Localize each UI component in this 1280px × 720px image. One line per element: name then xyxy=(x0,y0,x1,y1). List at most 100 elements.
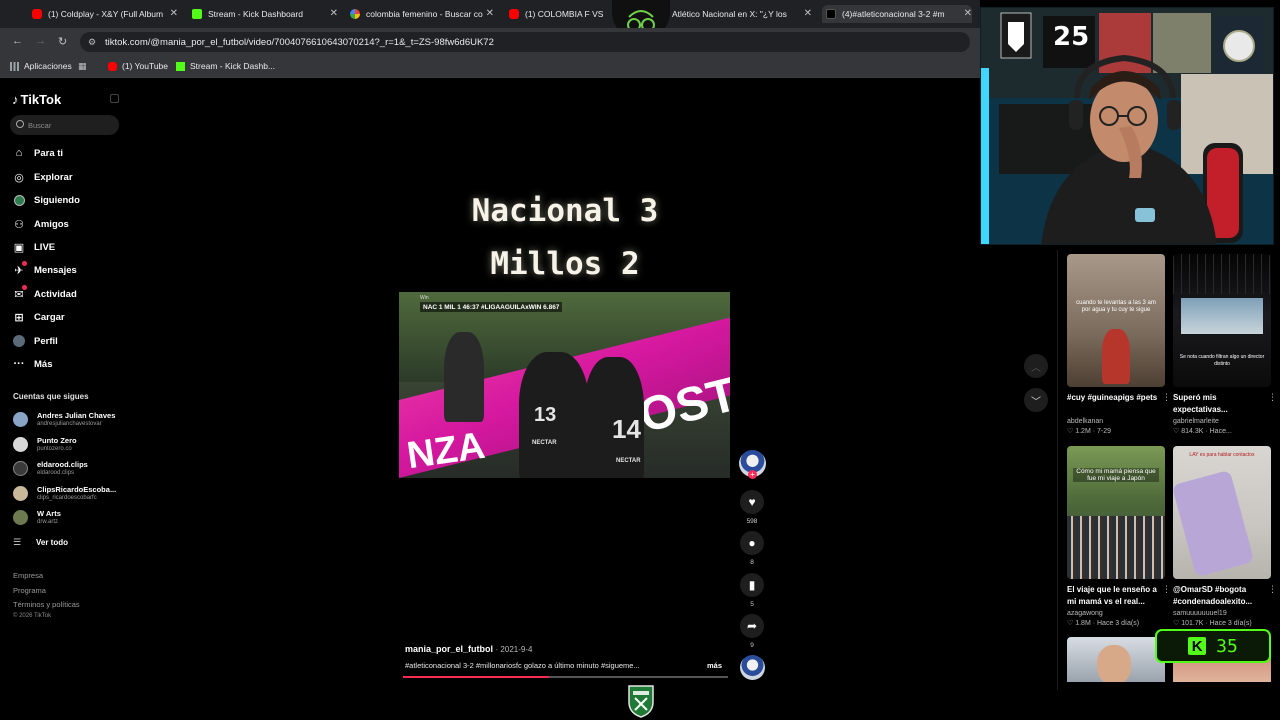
address-bar-row: ← → ↻ ⚙ tiktok.com/@mania_por_el_futbol/… xyxy=(0,28,980,56)
nav-label: Mensajes xyxy=(34,264,77,276)
more-button[interactable]: más xyxy=(707,661,722,670)
followed-account[interactable]: Andres Julian Chaves andresjulianchavesto… xyxy=(13,411,115,428)
back-icon[interactable]: ← xyxy=(12,35,23,47)
youtube-icon xyxy=(509,9,519,19)
tab-colombia-youtube[interactable]: (1) COLOMBIA F VS M xyxy=(509,5,604,23)
more-options-icon[interactable]: ⋮ xyxy=(1162,584,1171,595)
tiktok-sidebar: ♪ TikTok Buscar ⌂ Para ti ◎ Explorar Sig… xyxy=(0,80,130,720)
previous-video-button[interactable]: ︿ xyxy=(1024,354,1048,378)
account-name: ClipsRicardoEscoba... xyxy=(37,485,117,494)
nav-para-ti[interactable]: ⌂ Para ti xyxy=(12,146,63,160)
bookmark-youtube[interactable]: (1) YouTube xyxy=(108,61,168,71)
tab-coldplay[interactable]: (1) Coldplay - X&Y (Full Album ✕ xyxy=(32,5,178,23)
close-icon[interactable]: ✕ xyxy=(804,8,812,19)
logo-text: TikTok xyxy=(20,92,62,107)
search-input[interactable]: Buscar xyxy=(10,115,119,135)
recommended-video-card[interactable]: Cómo mi mamá piensa que fue mi viaje a J… xyxy=(1067,446,1171,627)
video-description: #atleticonacional 3-2 #millonariosfc gol… xyxy=(405,661,640,670)
tab-tiktok-active[interactable]: (4)#atleticonacional 3-2 #m ✕ xyxy=(822,5,972,23)
phone-shape xyxy=(1173,469,1255,578)
url-field[interactable]: ⚙ tiktok.com/@mania_por_el_futbol/video/… xyxy=(80,32,970,52)
followed-account[interactable]: eldarood.clips eldarood.clips xyxy=(13,460,88,477)
avatar xyxy=(13,461,28,476)
nav-mas[interactable]: ··· Más xyxy=(12,357,53,371)
tiktok-icon xyxy=(826,9,836,19)
recommended-video-card[interactable]: LAY es para hablar contactos @OmarSD #bo… xyxy=(1173,446,1277,627)
compass-icon: ◎ xyxy=(14,171,24,184)
card-stats: ♡ 101.7K · Hace 3 día(s) xyxy=(1173,620,1252,627)
friends-icon: ⚇ xyxy=(14,218,24,231)
card-stats: ♡ 1.8M · Hace 3 día(s) xyxy=(1067,620,1140,627)
nav-label: Siguiendo xyxy=(34,194,80,206)
recommended-video-card[interactable]: cuando te levantas a las 3 am por agua y… xyxy=(1067,254,1171,435)
next-video-button[interactable]: ﹀ xyxy=(1024,388,1048,412)
thumbnail-caption: cuando te levantas a las 3 am por agua y… xyxy=(1076,300,1156,313)
close-icon[interactable]: ✕ xyxy=(964,8,972,19)
nav-mensajes[interactable]: ✈ Mensajes xyxy=(12,261,77,277)
card-user: azagawong xyxy=(1067,610,1103,617)
reload-icon[interactable]: ↻ xyxy=(58,35,67,48)
footer-link-terminos[interactable]: Términos y políticas xyxy=(13,600,80,609)
jersey-number: 13 xyxy=(534,404,557,426)
card-caption: Superó mis expectativas... xyxy=(1173,393,1228,414)
forward-icon[interactable]: → xyxy=(35,35,46,47)
tab-label: Atlético Nacional en X: "¿Y los xyxy=(672,9,787,19)
music-disc-icon[interactable] xyxy=(740,655,765,680)
video-watermark: Win xyxy=(420,295,429,301)
kick-icon: K xyxy=(1188,637,1207,655)
follow-plus-icon[interactable]: + xyxy=(748,470,757,479)
followed-account[interactable]: Punto Zero puntozero.co xyxy=(13,436,77,453)
footer-link-empresa[interactable]: Empresa xyxy=(13,571,43,580)
more-options-icon[interactable]: ⋮ xyxy=(1162,392,1171,403)
following-section-title: Cuentas que sigues xyxy=(13,392,89,401)
footer-link-programa[interactable]: Programa xyxy=(13,586,46,595)
tab-google-search[interactable]: colombia femenino - Buscar co ✕ xyxy=(350,5,494,23)
jersey-number: 14 xyxy=(612,414,641,444)
nav-siguiendo[interactable]: Siguiendo xyxy=(12,193,80,207)
webcam-jersey-number: 25 xyxy=(1053,22,1090,52)
video-author[interactable]: mania_por_el_futbol · 2021-9-4 xyxy=(405,644,532,654)
kick-icon xyxy=(192,9,202,19)
recommended-video-card[interactable] xyxy=(1067,637,1165,682)
close-icon[interactable]: ✕ xyxy=(486,8,494,19)
copyright: © 2026 TikTok xyxy=(13,613,52,619)
sponsor-text: NECTAR xyxy=(532,440,557,446)
list-icon: ☰ xyxy=(13,537,22,547)
site-info-icon[interactable]: ⚙ xyxy=(88,37,98,47)
bookmark-apps[interactable]: Aplicaciones xyxy=(10,61,72,71)
close-icon[interactable]: ✕ xyxy=(170,8,178,19)
bookmark-icon: ▮ xyxy=(748,578,756,592)
more-options-icon[interactable]: ⋮ xyxy=(1268,392,1277,403)
ad-board-text: NZA xyxy=(404,424,488,478)
tiktok-logo[interactable]: ♪ TikTok xyxy=(12,92,61,107)
nav-live[interactable]: ▣ LIVE xyxy=(12,240,55,254)
chevron-up-icon: ︿ xyxy=(1031,362,1041,374)
more-options-icon[interactable]: ⋮ xyxy=(1268,584,1277,595)
nav-cargar[interactable]: ⊞ Cargar xyxy=(12,310,64,324)
save-button[interactable]: ▮ xyxy=(740,573,764,597)
collapse-sidebar-icon[interactable] xyxy=(110,94,119,103)
like-button[interactable]: ♥ xyxy=(740,490,764,514)
video-player[interactable]: NZA OST 13 14 NECTAR NECTAR Win NAC 1 MI… xyxy=(399,292,730,478)
nav-actividad[interactable]: ✉ Actividad xyxy=(12,285,77,301)
card-user: abdelkanan xyxy=(1067,418,1104,425)
grid-icon[interactable]: ▦ xyxy=(78,61,87,72)
youtube-icon xyxy=(32,9,42,19)
vase-shape xyxy=(1102,329,1130,384)
share-button[interactable]: ➦ xyxy=(740,614,764,638)
video-progress-bar[interactable] xyxy=(403,676,728,678)
comment-button[interactable]: ● xyxy=(740,531,764,555)
nav-amigos[interactable]: ⚇ Amigos xyxy=(12,217,69,231)
followed-account[interactable]: W Arts drw.artz xyxy=(13,509,61,526)
recommended-video-card[interactable]: Se nota cuando filtran algo un director … xyxy=(1173,254,1277,435)
nav-perfil[interactable]: Perfil xyxy=(12,334,58,348)
bookmark-kick[interactable]: Stream - Kick Dashb... xyxy=(176,61,275,71)
close-icon[interactable]: ✕ xyxy=(330,8,338,19)
share-icon: ➦ xyxy=(746,619,758,633)
nav-explorar[interactable]: ◎ Explorar xyxy=(12,170,72,184)
messages-icon: ✈ xyxy=(12,261,27,277)
followed-account[interactable]: ClipsRicardoEscoba... clips_ricardoescoba… xyxy=(13,485,116,502)
tab-nacional-x[interactable]: Atlético Nacional en X: "¿Y los ✕ xyxy=(672,5,812,23)
see-all-button[interactable]: ☰ Ver todo xyxy=(13,537,68,548)
tab-kick-dashboard[interactable]: Stream - Kick Dashboard ✕ xyxy=(192,5,338,23)
